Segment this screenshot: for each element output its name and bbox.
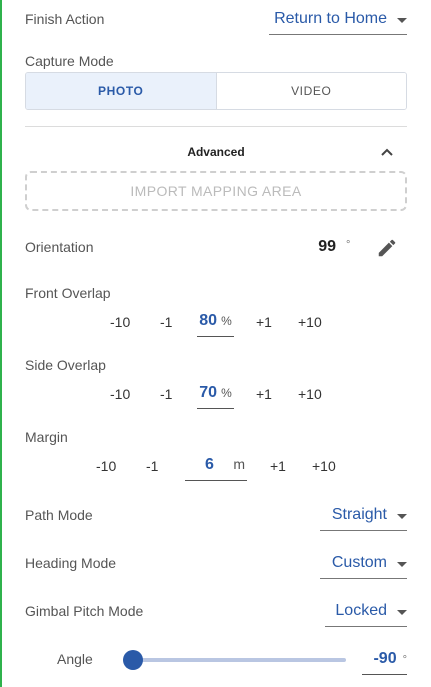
- window-edge: [0, 0, 2, 687]
- margin-plus1-button[interactable]: +1: [270, 458, 286, 474]
- heading-mode-select[interactable]: Custom: [320, 554, 407, 579]
- section-divider: [25, 126, 407, 127]
- heading-mode-label: Heading Mode: [25, 555, 117, 571]
- angle-value: -90: [373, 650, 397, 667]
- front-overlap-plus10-button[interactable]: +10: [298, 314, 322, 330]
- side-overlap-plus1-button[interactable]: +1: [256, 386, 272, 402]
- capture-mode-video-button[interactable]: VIDEO: [216, 73, 406, 109]
- orientation-value: 99: [318, 238, 336, 255]
- front-overlap-value: 80: [199, 312, 218, 329]
- pencil-icon[interactable]: [376, 237, 398, 259]
- heading-mode-value: Custom: [331, 554, 387, 571]
- margin-unit: m: [233, 456, 245, 472]
- angle-slider-track[interactable]: [133, 658, 346, 662]
- orientation-unit: °: [346, 239, 351, 251]
- margin-minus10-button[interactable]: -10: [96, 458, 116, 474]
- chevron-down-icon: [397, 513, 407, 519]
- capture-mode-photo-button[interactable]: PHOTO: [26, 73, 217, 109]
- angle-slider-thumb[interactable]: [123, 650, 143, 670]
- chevron-up-icon[interactable]: [380, 145, 394, 159]
- front-overlap-minus1-button[interactable]: -1: [160, 314, 172, 330]
- import-mapping-area-button[interactable]: IMPORT MAPPING AREA: [25, 171, 407, 211]
- gimbal-pitch-mode-value: Locked: [335, 602, 387, 619]
- capture-mode-label: Capture Mode: [25, 53, 114, 69]
- front-overlap-input[interactable]: 80 %: [197, 312, 234, 337]
- margin-value: 6: [205, 456, 214, 473]
- angle-input[interactable]: -90 °: [362, 650, 407, 675]
- orientation-label: Orientation: [25, 239, 94, 255]
- path-mode-select[interactable]: Straight: [320, 506, 407, 531]
- front-overlap-minus10-button[interactable]: -10: [110, 314, 130, 330]
- front-overlap-unit: %: [221, 314, 232, 328]
- advanced-section-title: Advanced: [187, 145, 245, 159]
- finish-action-value: Return to Home: [274, 10, 387, 27]
- finish-action-select[interactable]: Return to Home: [269, 10, 407, 35]
- angle-label: Angle: [57, 651, 93, 667]
- margin-plus10-button[interactable]: +10: [312, 458, 336, 474]
- side-overlap-label: Side Overlap: [25, 357, 106, 373]
- side-overlap-plus10-button[interactable]: +10: [298, 386, 322, 402]
- chevron-down-icon: [397, 561, 407, 567]
- margin-label: Margin: [25, 429, 68, 445]
- side-overlap-input[interactable]: 70 %: [197, 384, 234, 409]
- gimbal-pitch-mode-select[interactable]: Locked: [325, 602, 407, 627]
- path-mode-value: Straight: [331, 506, 387, 523]
- angle-unit: °: [402, 654, 407, 666]
- finish-action-label: Finish Action: [25, 11, 105, 27]
- chevron-down-icon: [397, 609, 407, 615]
- gimbal-pitch-mode-label: Gimbal Pitch Mode: [25, 603, 144, 619]
- capture-mode-toggle: PHOTO VIDEO: [25, 72, 407, 110]
- side-overlap-unit: %: [221, 386, 232, 400]
- front-overlap-plus1-button[interactable]: +1: [256, 314, 272, 330]
- margin-input[interactable]: 6 m: [185, 456, 247, 481]
- front-overlap-label: Front Overlap: [25, 285, 111, 301]
- side-overlap-minus10-button[interactable]: -10: [110, 386, 130, 402]
- path-mode-label: Path Mode: [25, 507, 93, 523]
- side-overlap-value: 70: [199, 384, 218, 401]
- side-overlap-minus1-button[interactable]: -1: [160, 386, 172, 402]
- chevron-down-icon: [397, 17, 407, 23]
- margin-minus1-button[interactable]: -1: [146, 458, 158, 474]
